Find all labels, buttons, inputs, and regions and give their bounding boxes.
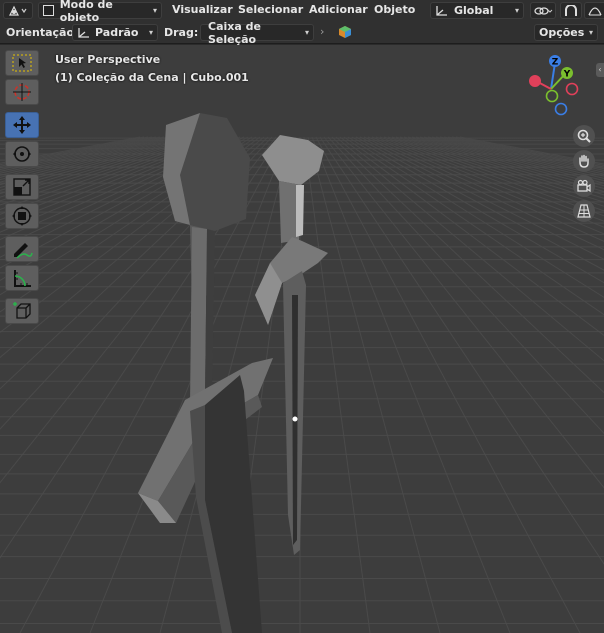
menu-selecionar[interactable]: Selecionar — [238, 3, 303, 16]
pan-button[interactable] — [573, 150, 595, 172]
3d-viewport[interactable]: User Perspective (1) Coleção da Cena | C… — [0, 45, 604, 633]
transform-tool-button[interactable] — [5, 203, 39, 229]
camera-view-button[interactable] — [573, 175, 595, 197]
transform-orientation-dropdown[interactable]: Global ▾ — [430, 2, 524, 19]
chevron-down-icon: ▾ — [588, 28, 593, 37]
orientation-dropdown[interactable]: Padrão ▾ — [72, 24, 158, 41]
viewport-header: Modo de objeto ▾ Visualizar Selecionar A… — [0, 0, 604, 24]
tool-settings-header: Orientação: Padrão ▾ Drag: Caixa de Sele… — [0, 20, 604, 46]
select-cursor-icon — [12, 54, 32, 72]
move-tool-button[interactable] — [5, 112, 39, 138]
transform-orientation-label: Global — [454, 4, 494, 17]
chevron-right-icon: › — [320, 25, 325, 38]
object-mode-icon — [43, 5, 54, 16]
options-dropdown[interactable]: Opções ▾ — [534, 24, 598, 41]
scale-icon — [13, 178, 31, 196]
perspective-label: User Perspective — [55, 53, 161, 66]
x-axis-handle[interactable] — [529, 75, 541, 87]
rotate-icon — [13, 146, 31, 162]
3d-cursor-icon — [13, 83, 31, 101]
mode-dropdown[interactable]: Modo de objeto ▾ — [38, 0, 162, 24]
neg-x-axis-handle[interactable] — [565, 82, 579, 96]
measure-tool-button[interactable] — [5, 265, 39, 291]
pivot-point-button[interactable] — [530, 2, 556, 19]
chevron-down-icon: ▾ — [148, 28, 153, 37]
magnet-icon — [565, 4, 577, 16]
transform-icon — [12, 206, 32, 226]
navigation-gizmo[interactable]: Z Y — [524, 51, 580, 121]
ruler-icon — [14, 270, 31, 287]
add-cube-tool-button[interactable] — [5, 298, 39, 324]
chevron-down-icon: ▾ — [152, 6, 157, 15]
snap-button[interactable] — [560, 2, 582, 19]
menu-visualizar[interactable]: Visualizar — [172, 3, 233, 16]
scale-tool-button[interactable] — [5, 174, 39, 200]
annotate-tool-button[interactable] — [5, 236, 39, 262]
link-icon — [534, 6, 553, 15]
axes-icon — [436, 5, 447, 16]
active-tool-icon[interactable] — [338, 25, 352, 42]
rotate-tool-button[interactable] — [5, 141, 39, 167]
drag-label: Drag: — [164, 26, 199, 39]
chevron-down-icon: ▾ — [514, 6, 519, 15]
zoom-icon — [577, 129, 591, 143]
sidebar-toggle-icon[interactable]: ‹ — [596, 63, 604, 77]
neg-z-axis-handle[interactable] — [554, 102, 568, 116]
3d-viewport-icon — [9, 5, 27, 16]
add-cube-icon — [13, 302, 31, 319]
tweak-tool-button[interactable] — [5, 50, 39, 76]
collection-object-label: (1) Coleção da Cena | Cubo.001 — [55, 71, 249, 84]
menu-objeto[interactable]: Objeto — [374, 3, 415, 16]
axes-icon — [78, 27, 89, 38]
menu-adicionar[interactable]: Adicionar — [309, 3, 368, 16]
pencil-icon — [14, 243, 33, 259]
z-axis-label: Z — [552, 58, 559, 68]
mode-label: Modo de objeto — [59, 0, 113, 24]
camera-icon — [577, 179, 591, 193]
move-arrows-icon — [13, 116, 31, 134]
chevron-down-icon: ▾ — [304, 28, 309, 37]
object-origin — [292, 416, 298, 422]
viewport-scene — [0, 45, 604, 633]
cursor-tool-button[interactable] — [5, 79, 39, 105]
drag-value: Caixa de Seleção — [208, 19, 261, 46]
neg-y-axis-handle[interactable] — [545, 89, 559, 103]
falloff-icon — [587, 6, 602, 15]
blender-window: Modo de objeto ▾ Visualizar Selecionar A… — [0, 0, 604, 633]
options-label: Opções — [539, 26, 585, 39]
orientation-label: Orientação: — [6, 26, 79, 39]
editor-type-button[interactable] — [3, 2, 33, 19]
orientation-value: Padrão — [95, 26, 139, 39]
drag-dropdown[interactable]: Caixa de Seleção ▾ — [200, 20, 314, 46]
projection-toggle-button[interactable] — [573, 200, 595, 222]
hand-icon — [579, 154, 589, 168]
zoom-button[interactable] — [573, 125, 595, 147]
proportional-editing-button[interactable] — [584, 2, 604, 19]
y-axis-label: Y — [563, 70, 571, 80]
grid-perspective-icon — [577, 204, 591, 218]
